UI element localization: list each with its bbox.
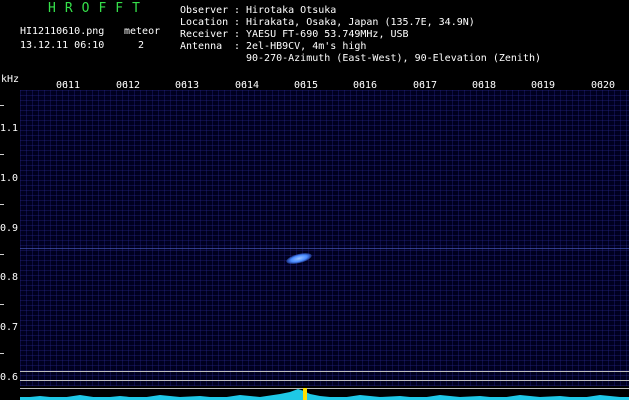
antenna-key: Antenna: [180, 41, 223, 52]
freq-tick: [0, 105, 4, 106]
freq-tick: [0, 154, 4, 155]
freq-label-0.7: 0.7: [0, 322, 19, 333]
receiver-sep: :: [234, 29, 241, 40]
receiver-key: Receiver: [180, 29, 229, 40]
meteor-count: 2: [138, 40, 145, 51]
freq-tick: [0, 304, 4, 305]
filename: HI12110610.png: [20, 26, 105, 37]
time-tick: [185, 82, 186, 88]
location-key: Location: [180, 17, 229, 28]
level-line: [20, 380, 629, 381]
meteor-echo: [285, 250, 313, 267]
observer-key: Observer: [180, 5, 229, 16]
receiver-value: YAESU FT-690 53.749MHz, USB: [246, 29, 409, 40]
spectrogram-area: [20, 90, 629, 386]
freq-label-0.6: 0.6: [0, 372, 19, 383]
time-tick: [423, 82, 424, 88]
time-tick: [482, 82, 483, 88]
freq-tick: [0, 254, 4, 255]
datetime: 13.12.11 06:10: [20, 40, 105, 51]
antenna-value-2: 90-270-Azimuth (East-West), 90-Elevation…: [246, 53, 542, 64]
antenna-value: 2el-HB9CV, 4m's high: [246, 41, 367, 52]
freq-label-1.0: 1.0: [0, 173, 19, 184]
time-tick: [245, 82, 246, 88]
time-tick: [601, 82, 602, 88]
time-tick: [126, 82, 127, 88]
brand-title: HROFFT: [48, 1, 149, 16]
meteor-spike: [303, 388, 307, 400]
time-tick: [363, 82, 364, 88]
spectrogram-screen: HROFFT HI12110610.png meteor 13.12.11 06…: [0, 0, 629, 400]
meteor-label: meteor: [124, 26, 161, 37]
freq-tick: [0, 353, 4, 354]
freq-label-1.1: 1.1: [0, 123, 19, 134]
freq-unit-label: kHz: [1, 74, 20, 85]
observer-sep: :: [234, 5, 241, 16]
interference-line: [20, 248, 629, 249]
location-sep: :: [234, 17, 241, 28]
signal-strength-trace: [20, 388, 629, 400]
freq-label-0.9: 0.9: [0, 223, 19, 234]
time-tick: [66, 82, 67, 88]
baseline-noise: [20, 389, 629, 400]
location-value: Hirakata, Osaka, Japan (135.7E, 34.9N): [246, 17, 475, 28]
observer-value: Hirotaka Otsuka: [246, 5, 337, 16]
level-line: [20, 371, 629, 372]
freq-tick: [0, 204, 4, 205]
antenna-sep: :: [234, 41, 241, 52]
time-tick: [304, 82, 305, 88]
time-tick: [541, 82, 542, 88]
freq-label-0.8: 0.8: [0, 272, 19, 283]
